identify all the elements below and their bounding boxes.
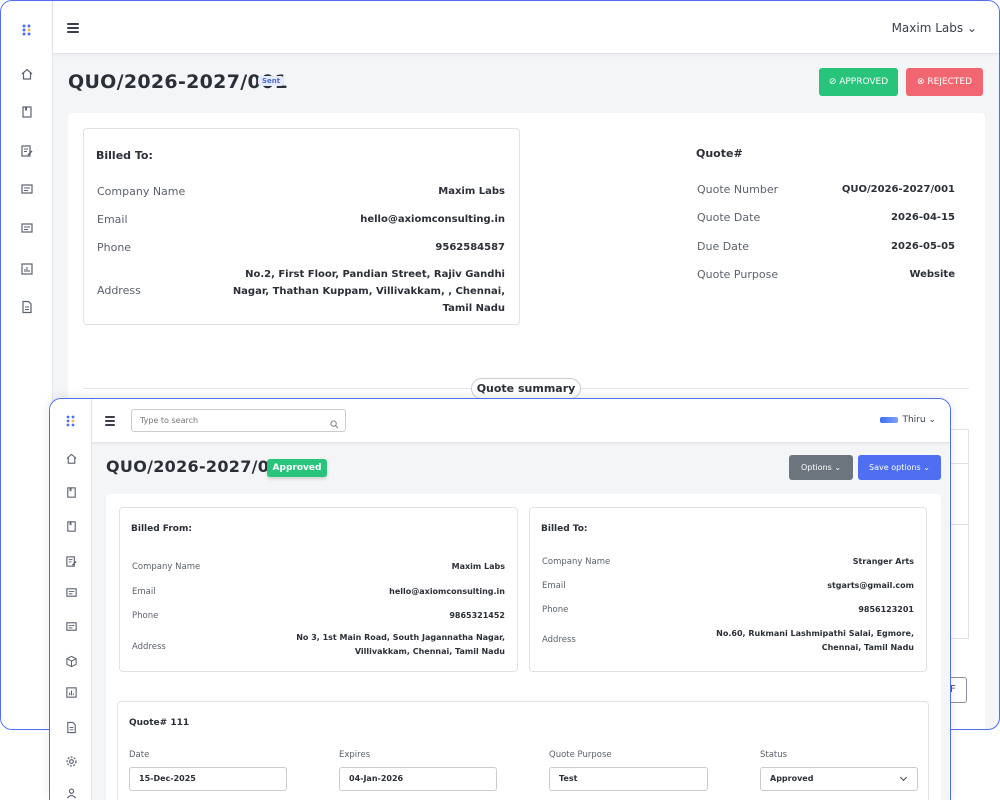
company-value: Stranger Arts xyxy=(852,557,914,566)
billed-from-box: Billed From: Company Name Maxim Labs Ema… xyxy=(119,507,518,672)
home-icon[interactable] xyxy=(64,452,78,466)
phone-value: 9865321452 xyxy=(449,611,505,620)
date-field[interactable]: 15-Dec-2025 xyxy=(129,767,287,791)
chart-icon[interactable] xyxy=(64,686,78,700)
quote-date-value: 2026-04-15 xyxy=(891,212,955,223)
user-menu[interactable]: Thiru ⌄ xyxy=(880,415,936,425)
reject-button[interactable]: ⊗ REJECTED xyxy=(906,68,983,96)
billed-to-heading: Billed To: xyxy=(96,149,153,162)
address-line-2: Nagar, Thathan Kuppam, Villivakkam, , Ch… xyxy=(232,286,505,297)
billed-from-heading: Billed From: xyxy=(131,524,192,534)
quote-summary-pill: Quote summary xyxy=(471,378,581,399)
front-sidebar xyxy=(50,399,92,800)
bookmark-icon[interactable] xyxy=(64,520,78,534)
list-card-icon[interactable] xyxy=(64,620,78,634)
options-button[interactable]: Options ⌄ xyxy=(789,455,853,480)
status-badge: Approved xyxy=(267,459,327,477)
address-line-2: Villivakkam, Chennai, Tamil Nadu xyxy=(354,647,505,656)
address-label: Address xyxy=(132,642,166,652)
email-value: hello@axiomconsulting.in xyxy=(389,587,505,596)
search-icon[interactable] xyxy=(330,414,339,429)
user-menu[interactable]: Maxim Labs ⌄ xyxy=(892,21,977,35)
approve-button[interactable]: ⊘ APPROVED xyxy=(819,68,898,96)
chevron-down-icon xyxy=(899,773,908,782)
expires-label: Expires xyxy=(339,750,371,760)
status-select[interactable]: Approved xyxy=(760,767,918,791)
quote-purpose-label: Quote Purpose xyxy=(549,750,612,760)
list-card-icon[interactable] xyxy=(64,586,78,600)
address-label: Address xyxy=(97,284,141,297)
company-label: Company Name xyxy=(132,562,201,572)
phone-label: Phone xyxy=(132,611,159,621)
phone-label: Phone xyxy=(97,241,132,254)
search-input[interactable] xyxy=(131,409,346,432)
quote-purpose-field[interactable]: Test xyxy=(549,767,708,791)
settings-icon[interactable] xyxy=(64,755,78,769)
quote-purpose-label: Quote Purpose xyxy=(697,268,779,281)
address-line-1: No.60, Rukmani Lashmipathi Salai, Egmore… xyxy=(716,629,914,638)
document-icon[interactable] xyxy=(64,721,78,735)
edit-note-icon[interactable] xyxy=(64,555,78,569)
address-line-3: Tamil Nadu xyxy=(442,303,505,314)
user-name: Thiru ⌄ xyxy=(902,415,936,425)
email-label: Email xyxy=(132,587,156,597)
billed-to-heading: Billed To: xyxy=(541,524,588,534)
menu-icon[interactable] xyxy=(67,23,79,33)
quote-date-label: Quote Date xyxy=(697,211,761,224)
expires-field[interactable]: 04-Jan-2026 xyxy=(339,767,497,791)
email-label: Email xyxy=(542,581,566,591)
billed-to-box: Billed To: Company Name Maxim Labs Email… xyxy=(83,128,520,325)
document-icon[interactable] xyxy=(20,300,34,314)
status-label: Status xyxy=(760,750,788,760)
due-date-value: 2026-05-05 xyxy=(891,241,955,252)
phone-label: Phone xyxy=(542,605,569,615)
address-label: Address xyxy=(542,635,576,645)
avatar xyxy=(880,416,899,423)
company-label: Company Name xyxy=(97,185,186,198)
email-value: stgarts@gmail.com xyxy=(827,581,914,590)
quote-details-box: Quote# 111 Date 15-Dec-2025 Expires 04-J… xyxy=(117,701,929,800)
apps-icon[interactable] xyxy=(64,414,78,428)
list-card-icon[interactable] xyxy=(20,182,34,196)
address-line-2: Chennai, Tamil Nadu xyxy=(821,643,914,652)
company-value: Maxim Labs xyxy=(438,186,505,197)
package-icon[interactable] xyxy=(64,655,78,669)
chart-icon[interactable] xyxy=(20,262,34,276)
back-sidebar xyxy=(1,1,53,729)
bookmark-icon[interactable] xyxy=(64,486,78,500)
apps-icon[interactable] xyxy=(20,23,34,37)
address-line-1: No 3, 1st Main Road, South Jagannatha Na… xyxy=(296,633,505,642)
page-title: QUO/2026-2027/001 xyxy=(106,457,293,476)
front-topbar: Thiru ⌄ xyxy=(92,399,950,443)
quote-number-label: Quote Number xyxy=(697,183,779,196)
status-select-value: Approved xyxy=(770,774,814,783)
list-card-icon[interactable] xyxy=(20,221,34,235)
user-icon[interactable] xyxy=(64,787,78,800)
bookmark-icon[interactable] xyxy=(20,105,34,119)
company-value: Maxim Labs xyxy=(451,562,505,571)
email-value: hello@axiomconsulting.in xyxy=(360,214,505,225)
page-title: QUO/2026-2027/001 xyxy=(68,71,289,93)
quote-purpose-value: Website xyxy=(909,269,955,280)
phone-value: 9562584587 xyxy=(435,242,505,253)
billed-to-box: Billed To: Company Name Stranger Arts Em… xyxy=(529,507,927,672)
company-label: Company Name xyxy=(542,557,611,567)
date-label: Date xyxy=(129,750,150,760)
quote-heading: Quote# xyxy=(696,147,743,160)
phone-value: 9856123201 xyxy=(858,605,914,614)
home-icon[interactable] xyxy=(20,67,34,81)
menu-icon[interactable] xyxy=(105,416,115,426)
edit-note-icon[interactable] xyxy=(20,144,34,158)
quote-number-heading: Quote# 111 xyxy=(129,718,190,728)
front-window: Thiru ⌄ QUO/2026-2027/001 Approved Optio… xyxy=(49,398,951,800)
email-label: Email xyxy=(97,213,128,226)
back-topbar: Maxim Labs ⌄ xyxy=(53,1,999,54)
due-date-label: Due Date xyxy=(697,240,749,253)
address-line-1: No.2, First Floor, Pandian Street, Rajiv… xyxy=(245,269,505,280)
save-options-button[interactable]: Save options ⌄ xyxy=(858,455,941,480)
quote-number-value: QUO/2026-2027/001 xyxy=(841,184,955,195)
status-badge: Sent xyxy=(258,76,285,86)
